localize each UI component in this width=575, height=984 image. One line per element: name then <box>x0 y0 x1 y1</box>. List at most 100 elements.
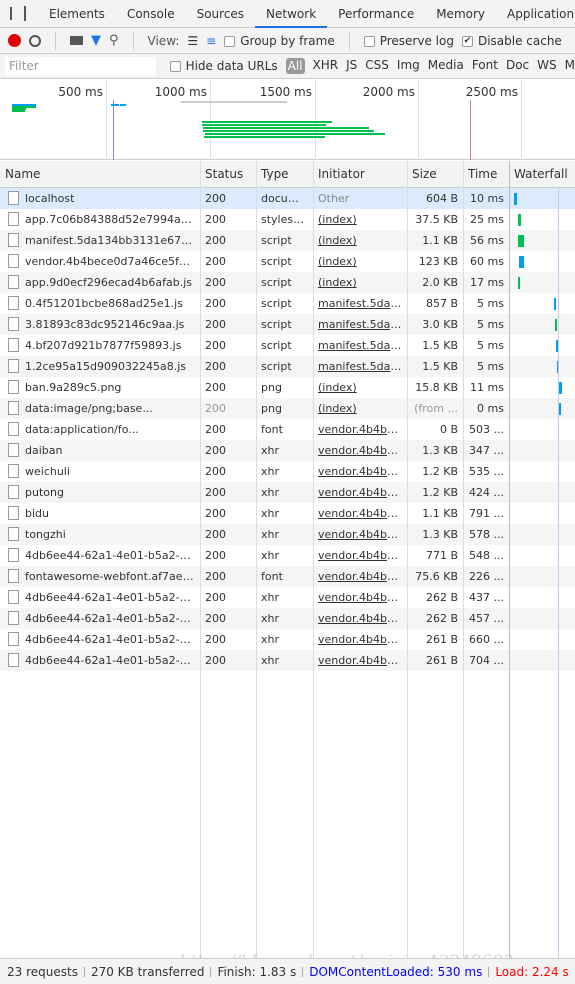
column-header-status[interactable]: Status <box>200 161 256 188</box>
screenshot-camera-icon[interactable] <box>70 36 83 45</box>
request-name[interactable]: localhost <box>0 188 200 209</box>
request-row[interactable]: 4db6ee44-62a1-4e01-b5a2-2... 200 xhr vendor… <box>0 629 575 650</box>
request-row[interactable]: 4db6ee44-62a1-4e01-b5a2-2... 200 xhr vendor… <box>0 587 575 608</box>
request-initiator[interactable]: (index) <box>313 272 407 293</box>
request-row[interactable]: ban.9a289c5.png 200 png (index) 15.8 KB 11 ms <box>0 377 575 398</box>
filter-type-css[interactable]: CSS <box>365 58 389 74</box>
tab-memory[interactable]: Memory <box>425 0 496 28</box>
request-name[interactable]: 0.4f51201bcbe868ad25e1.js <box>0 293 200 314</box>
column-header-initiator[interactable]: Initiator <box>313 161 407 188</box>
request-name[interactable]: vendor.4b4bece0d7a46ce5fae... <box>0 251 200 272</box>
initiator-link[interactable]: vendor.4b4be... <box>318 654 404 667</box>
overview-timeline[interactable]: 500 ms 1000 ms 1500 ms 2000 ms 2500 ms <box>0 80 575 160</box>
request-row[interactable]: bidu 200 xhr vendor.4b4be... 1.1 KB 791 ... <box>0 503 575 524</box>
inspect-element-icon[interactable] <box>10 7 12 20</box>
request-initiator[interactable]: vendor.4b4be... <box>313 503 407 524</box>
initiator-link[interactable]: manifest.5da1... <box>318 297 407 310</box>
filter-type-img[interactable]: Img <box>397 58 420 74</box>
request-initiator[interactable]: vendor.4b4be... <box>313 566 407 587</box>
column-header-waterfall[interactable]: Waterfall <box>509 161 575 188</box>
disable-cache-checkbox[interactable]: ✔ Disable cache <box>461 34 562 48</box>
request-row[interactable]: data:application/fo... 200 font vendor.4b4b… <box>0 419 575 440</box>
request-name[interactable]: putong <box>0 482 200 503</box>
request-initiator[interactable]: vendor.4b4be... <box>313 419 407 440</box>
initiator-link[interactable]: (index) <box>318 402 357 415</box>
initiator-link[interactable]: vendor.4b4be... <box>318 570 404 583</box>
request-name[interactable]: 4.bf207d921b7877f59893.js <box>0 335 200 356</box>
filter-type-all[interactable]: All <box>285 58 305 74</box>
request-row[interactable]: 4db6ee44-62a1-4e01-b5a2-2... 200 xhr vendor… <box>0 545 575 566</box>
column-header-size[interactable]: Size <box>407 161 463 188</box>
initiator-link[interactable]: vendor.4b4be... <box>318 486 404 499</box>
tab-sources[interactable]: Sources <box>186 0 255 28</box>
initiator-link[interactable]: (index) <box>318 213 357 226</box>
request-row[interactable]: daiban 200 xhr vendor.4b4be... 1.3 KB 347 ... <box>0 440 575 461</box>
clear-button[interactable] <box>29 34 41 47</box>
request-row[interactable]: 0.4f51201bcbe868ad25e1.js 200 script manife… <box>0 293 575 314</box>
request-row[interactable]: 1.2ce95a15d909032245a8.js 200 script manife… <box>0 356 575 377</box>
request-initiator[interactable]: vendor.4b4be... <box>313 524 407 545</box>
request-row[interactable]: app.7c06b84388d52e7994a0d... 200 stylesh..… <box>0 209 575 230</box>
tab-console[interactable]: Console <box>116 0 186 28</box>
request-initiator[interactable]: (index) <box>313 230 407 251</box>
request-name[interactable]: app.7c06b84388d52e7994a0d... <box>0 209 200 230</box>
initiator-link[interactable]: vendor.4b4be... <box>318 507 404 520</box>
request-name[interactable]: tongzhi <box>0 524 200 545</box>
filter-type-font[interactable]: Font <box>472 58 498 74</box>
request-name[interactable]: 4db6ee44-62a1-4e01-b5a2-2... <box>0 608 200 629</box>
request-row[interactable]: 4db6ee44-62a1-4e01-b5a2-2... 200 xhr vendor… <box>0 650 575 671</box>
request-name[interactable]: 4db6ee44-62a1-4e01-b5a2-2... <box>0 629 200 650</box>
initiator-link[interactable]: vendor.4b4be... <box>318 444 404 457</box>
tab-network[interactable]: Network <box>255 0 328 28</box>
request-initiator[interactable]: vendor.4b4be... <box>313 629 407 650</box>
column-header-type[interactable]: Type <box>256 161 313 188</box>
initiator-link[interactable]: vendor.4b4be... <box>318 528 404 541</box>
filter-input[interactable]: Filter <box>5 56 156 76</box>
request-initiator[interactable]: vendor.4b4be... <box>313 587 407 608</box>
request-name[interactable]: data:image/png;base... <box>0 398 200 419</box>
request-name[interactable]: 4db6ee44-62a1-4e01-b5a2-2... <box>0 587 200 608</box>
request-row[interactable]: localhost 200 docum... Other 604 B 10 ms <box>0 188 575 209</box>
filter-type-ws[interactable]: WS <box>537 58 556 74</box>
request-name[interactable]: daiban <box>0 440 200 461</box>
request-initiator[interactable]: (index) <box>313 377 407 398</box>
request-initiator[interactable]: manifest.5da1... <box>313 293 407 314</box>
request-initiator[interactable]: vendor.4b4be... <box>313 545 407 566</box>
overview-waterfall-icon[interactable]: ≡ <box>206 34 216 48</box>
initiator-link[interactable]: (index) <box>318 276 357 289</box>
request-initiator[interactable]: vendor.4b4be... <box>313 461 407 482</box>
preserve-log-checkbox[interactable]: Preserve log <box>363 34 454 48</box>
request-row[interactable]: 4db6ee44-62a1-4e01-b5a2-2... 200 xhr vendor… <box>0 608 575 629</box>
request-name[interactable]: ban.9a289c5.png <box>0 377 200 398</box>
request-row[interactable]: app.9d0ecf296ecad4b6afab.js 200 script (ind… <box>0 272 575 293</box>
filter-type-media[interactable]: Media <box>428 58 464 74</box>
request-initiator[interactable]: manifest.5da1... <box>313 335 407 356</box>
device-toolbar-icon[interactable] <box>24 6 26 21</box>
initiator-link[interactable]: vendor.4b4be... <box>318 465 404 478</box>
request-name[interactable]: 3.81893c83dc952146c9aa.js <box>0 314 200 335</box>
column-header-name[interactable]: Name <box>0 161 200 188</box>
request-name[interactable]: 4db6ee44-62a1-4e01-b5a2-2... <box>0 650 200 671</box>
initiator-link[interactable]: (index) <box>318 255 357 268</box>
request-name[interactable]: fontawesome-webfont.af7ae5... <box>0 566 200 587</box>
initiator-link[interactable]: (index) <box>318 381 357 394</box>
request-name[interactable]: 4db6ee44-62a1-4e01-b5a2-2... <box>0 545 200 566</box>
request-row[interactable]: tongzhi 200 xhr vendor.4b4be... 1.3 KB 578 ..… <box>0 524 575 545</box>
initiator-link[interactable]: manifest.5da1... <box>318 360 407 373</box>
search-icon[interactable]: ⚲ <box>109 33 119 48</box>
filter-icon[interactable]: ▼ <box>91 33 101 48</box>
request-row[interactable]: 4.bf207d921b7877f59893.js 200 script manife… <box>0 335 575 356</box>
filter-type-m[interactable]: M <box>565 58 575 74</box>
request-name[interactable]: weichuli <box>0 461 200 482</box>
request-row[interactable]: data:image/png;base... 200 png (index) (from… <box>0 398 575 419</box>
request-initiator[interactable]: (index) <box>313 251 407 272</box>
initiator-link[interactable]: vendor.4b4be... <box>318 423 404 436</box>
initiator-link[interactable]: manifest.5da1... <box>318 339 407 352</box>
filter-type-doc[interactable]: Doc <box>506 58 529 74</box>
record-button[interactable] <box>8 34 21 47</box>
request-name[interactable]: 1.2ce95a15d909032245a8.js <box>0 356 200 377</box>
request-initiator[interactable]: manifest.5da1... <box>313 356 407 377</box>
initiator-link[interactable]: vendor.4b4be... <box>318 612 404 625</box>
request-row[interactable]: putong 200 xhr vendor.4b4be... 1.2 KB 424 ... <box>0 482 575 503</box>
request-row[interactable]: fontawesome-webfont.af7ae5... 200 font vend… <box>0 566 575 587</box>
